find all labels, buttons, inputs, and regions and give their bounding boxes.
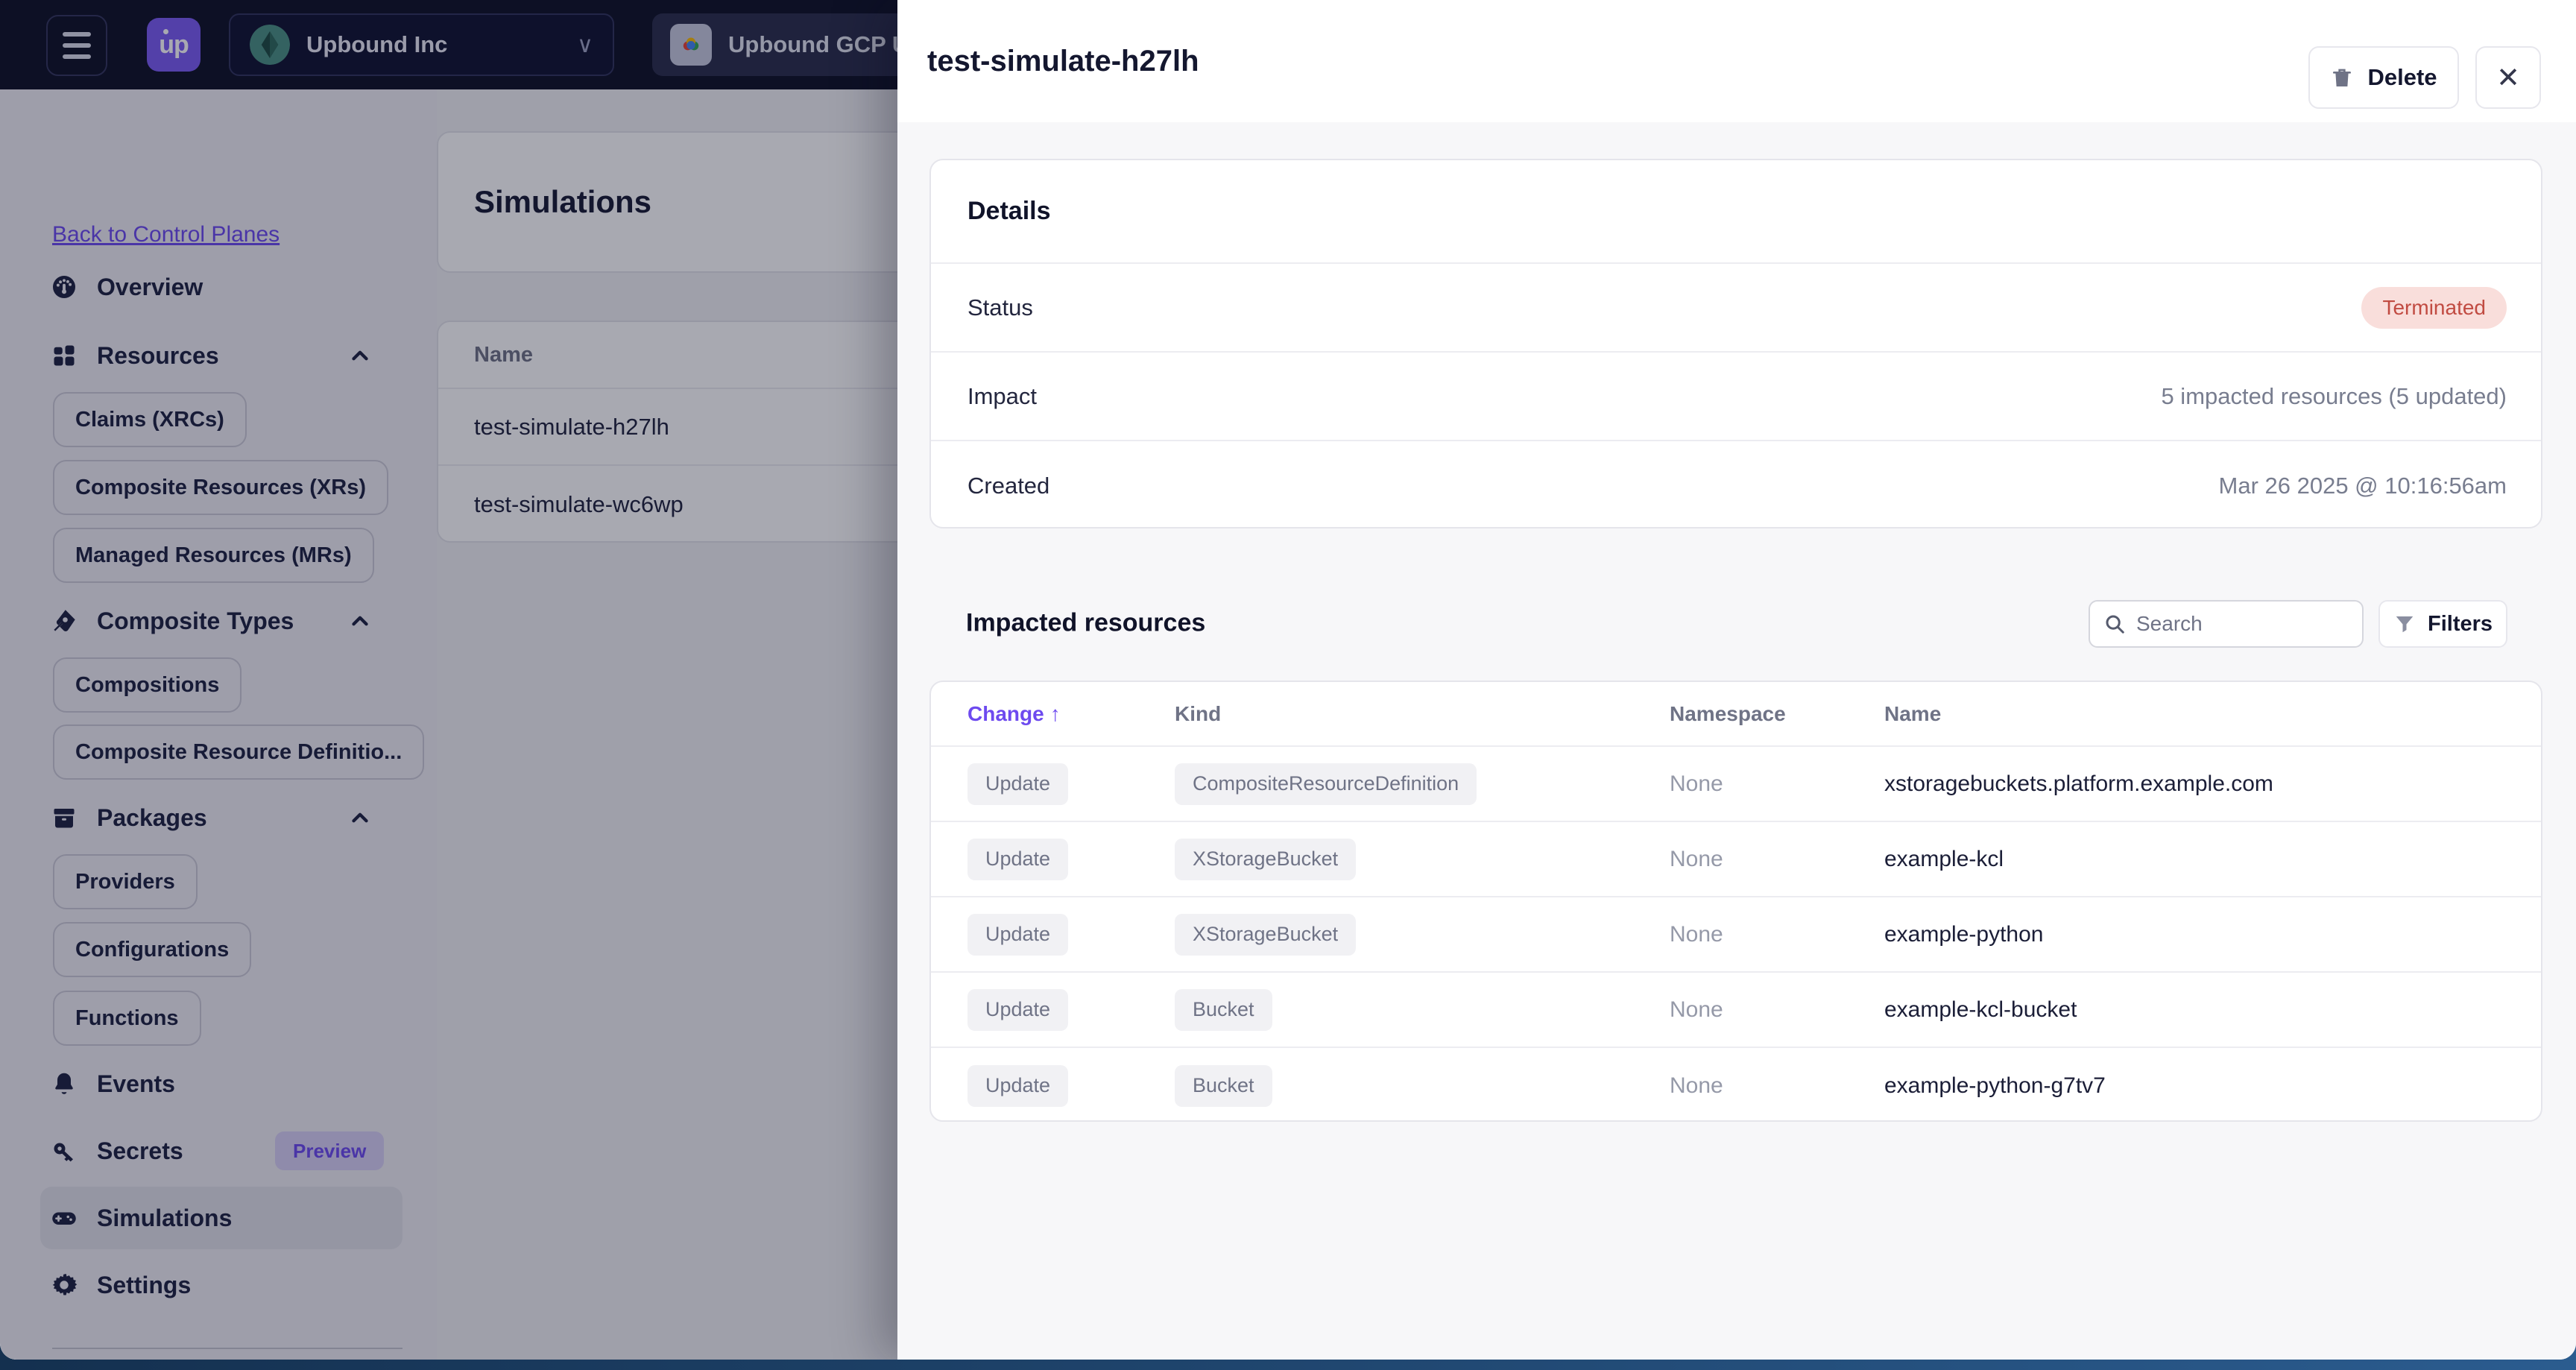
close-icon: ✕ <box>2496 62 2520 94</box>
impact-value: 5 impacted resources (5 updated) <box>2161 382 2507 409</box>
kind-badge: XStorageBucket <box>1175 838 1357 880</box>
sort-asc-icon: ↑ <box>1049 701 1061 725</box>
name-value: example-python-g7tv7 <box>1884 1073 2106 1098</box>
change-badge: Update <box>967 988 1069 1031</box>
details-card: Details Status Terminated Impact 5 impac… <box>929 159 2542 528</box>
details-heading: Details <box>931 160 2541 264</box>
created-value: Mar 26 2025 @ 10:16:56am <box>2218 472 2507 499</box>
search-icon <box>2106 615 2124 634</box>
name-value: example-kcl-bucket <box>1884 997 2077 1022</box>
table-header-row: Change ↑ Kind Namespace Name <box>931 682 2541 747</box>
column-change-sort[interactable]: Change ↑ <box>967 702 1061 726</box>
column-name[interactable]: Name <box>1884 702 1941 726</box>
namespace-value: None <box>1670 1073 1723 1098</box>
impacted-resources-table: Change ↑ Kind Namespace Name Update Compo… <box>929 681 2542 1122</box>
search-box[interactable] <box>2089 600 2364 648</box>
kind-badge: CompositeResourceDefinition <box>1175 763 1477 805</box>
change-badge: Update <box>967 838 1069 880</box>
namespace-value: None <box>1670 846 1723 871</box>
table-row[interactable]: Update XStorageBucket None example-kcl <box>931 822 2541 897</box>
change-badge: Update <box>967 1064 1069 1107</box>
name-value: xstoragebuckets.platform.example.com <box>1884 771 2273 796</box>
change-badge: Update <box>967 763 1069 805</box>
namespace-value: None <box>1670 997 1723 1022</box>
filters-button[interactable]: Filters <box>2378 600 2507 648</box>
close-button[interactable]: ✕ <box>2475 46 2541 109</box>
simulation-detail-panel: test-simulate-h27lh Delete ✕ Details Sta… <box>897 0 2576 1360</box>
panel-title: test-simulate-h27lh <box>927 44 1199 78</box>
search-input[interactable] <box>2136 612 2349 636</box>
impacted-resources-heading: Impacted resources <box>966 608 1206 637</box>
status-label: Status <box>967 294 1033 321</box>
name-value: example-kcl <box>1884 846 2004 871</box>
change-badge: Update <box>967 913 1069 956</box>
detail-row-created: Created Mar 26 2025 @ 10:16:56am <box>931 441 2541 527</box>
detail-row-status: Status Terminated <box>931 264 2541 353</box>
kind-badge: Bucket <box>1175 988 1272 1031</box>
column-change-label: Change <box>967 701 1044 725</box>
created-label: Created <box>967 472 1050 499</box>
namespace-value: None <box>1670 771 1723 796</box>
impact-label: Impact <box>967 382 1038 409</box>
status-badge: Terminated <box>2361 286 2507 329</box>
delete-button[interactable]: Delete <box>2308 46 2459 109</box>
modal-dim-overlay[interactable] <box>0 0 897 1360</box>
namespace-value: None <box>1670 921 1723 947</box>
filter-icon <box>2396 616 2414 633</box>
table-row[interactable]: Update Bucket None example-kcl-bucket <box>931 973 2541 1048</box>
table-row[interactable]: Update XStorageBucket None example-pytho… <box>931 897 2541 973</box>
panel-header: test-simulate-h27lh Delete ✕ <box>897 0 2576 122</box>
column-kind[interactable]: Kind <box>1175 702 1221 726</box>
trash-icon <box>2333 69 2352 86</box>
detail-row-impact: Impact 5 impacted resources (5 updated) <box>931 353 2541 441</box>
name-value: example-python <box>1884 921 2044 947</box>
table-row[interactable]: Update Bucket None example-python-g7tv7 <box>931 1048 2541 1120</box>
kind-badge: XStorageBucket <box>1175 913 1357 956</box>
browser-viewport: up Upbound Inc ∨ Upbound GCP U Back to C… <box>0 0 2576 1360</box>
filters-label: Filters <box>2427 611 2493 636</box>
table-row[interactable]: Update CompositeResourceDefinition None … <box>931 747 2541 822</box>
kind-badge: Bucket <box>1175 1064 1272 1107</box>
delete-label: Delete <box>2367 64 2437 90</box>
column-namespace[interactable]: Namespace <box>1670 702 1786 726</box>
